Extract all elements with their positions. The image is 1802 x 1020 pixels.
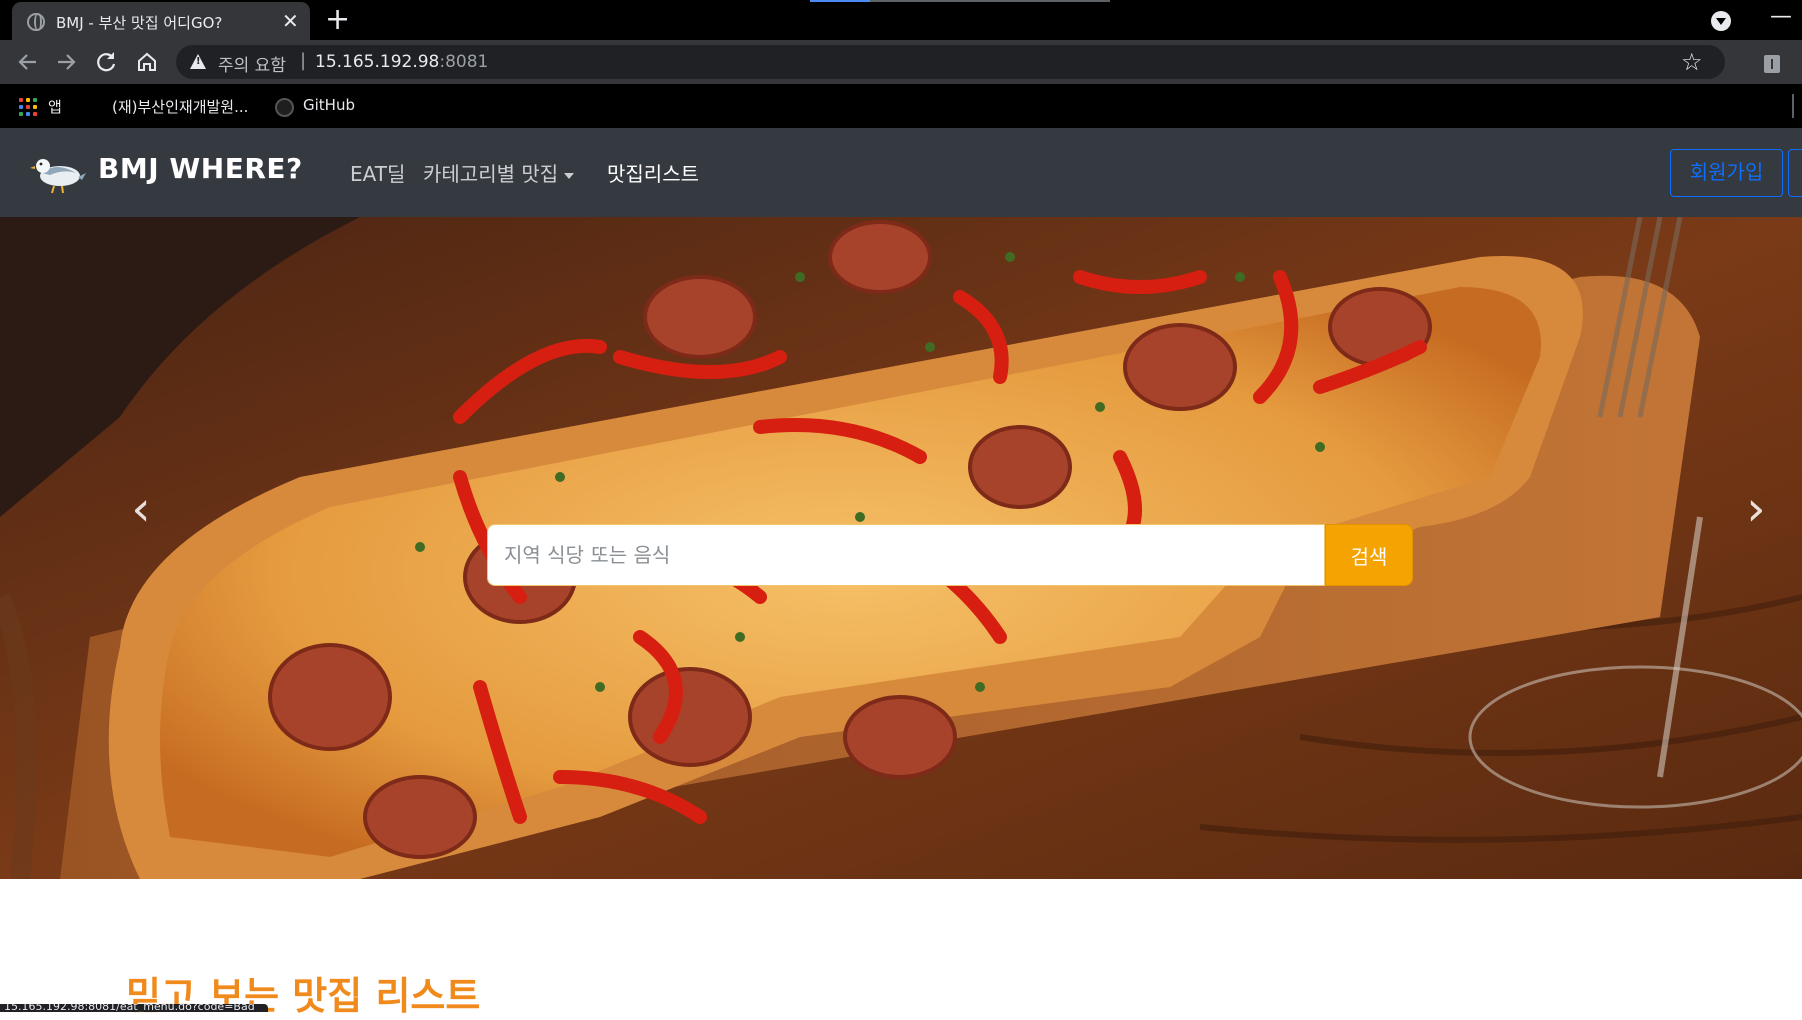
back-button[interactable] [12,46,44,78]
signup-button[interactable]: 회원가입 [1670,149,1783,197]
url-port: :8081 [439,52,489,72]
back-arrow-icon [18,54,36,70]
bookmarks-bar: 앱 (재)부산인재개발원... GitHub [0,84,1802,128]
caret-down-icon [564,172,575,179]
profile-menu-icon[interactable] [1711,11,1731,31]
status-url: 15.165.192.98:8081/eat_menu.do?code=Bad [4,1004,255,1012]
search-input[interactable] [487,524,1325,586]
bookmarks-divider [1792,94,1794,118]
browser-toolbar: 주의 요함 | 15.165.192.98:8081 ☆ [0,40,1802,84]
loading-indicator [810,0,1110,2]
url-separator: | [300,50,307,71]
tab-close-button[interactable]: ✕ [282,9,299,33]
browser-tab-strip: BMJ - 부산 맛집 어디GO? ✕ + — [0,0,1802,40]
status-url-bubble: 15.165.192.98:8081/eat_menu.do?code=Bad [0,1004,268,1012]
nav-category-dropdown[interactable]: 카테고리별 맛집 [423,158,575,187]
site-navbar: BMJ WHERE? EAT딜 카테고리별 맛집 맛집리스트 회원가입 [0,128,1802,217]
browser-tab[interactable]: BMJ - 부산 맛집 어디GO? ✕ [12,2,310,40]
brand-name[interactable]: BMJ WHERE? [98,152,303,185]
hero-carousel: ‹ › 검색 [0,217,1802,879]
bookmark-busan-hrd[interactable]: (재)부산인재개발원... [112,96,248,117]
bookmark-apps[interactable]: 앱 [48,96,62,117]
login-button[interactable] [1788,149,1802,197]
seagull-logo-icon[interactable] [30,149,86,195]
url-host: 15.165.192.98 [315,52,440,72]
nav-category-label: 카테고리별 맛집 [423,162,559,186]
nav-eat-deal[interactable]: EAT딜 [350,158,405,187]
nav-restaurant-list[interactable]: 맛집리스트 [607,158,699,187]
address-bar[interactable]: 주의 요함 | 15.165.192.98:8081 ☆ [176,45,1725,79]
forward-arrow-icon [58,54,76,70]
apps-grid-icon[interactable] [19,98,37,116]
reload-icon [97,52,116,72]
minimize-button[interactable]: — [1770,4,1792,29]
url-text: 15.165.192.98:8081 [315,52,488,72]
chevron-left-icon[interactable]: ‹ [121,479,161,539]
chevron-right-icon[interactable]: › [1736,479,1776,539]
search-button[interactable]: 검색 [1325,524,1413,586]
search-form: 검색 [487,524,1413,586]
new-tab-button[interactable]: + [325,3,350,37]
security-warning-label: 주의 요함 [218,56,286,76]
globe-icon [27,13,45,31]
bookmark-github[interactable]: GitHub [303,96,355,114]
forward-button[interactable] [50,46,82,78]
reload-button[interactable] [90,46,122,78]
star-icon[interactable]: ☆ [1681,48,1703,76]
home-icon [138,52,156,71]
extension-icon[interactable] [1764,55,1780,73]
github-icon [275,98,294,117]
home-button[interactable] [131,46,163,78]
warning-icon [190,54,206,69]
tab-title: BMJ - 부산 맛집 어디GO? [56,14,223,32]
